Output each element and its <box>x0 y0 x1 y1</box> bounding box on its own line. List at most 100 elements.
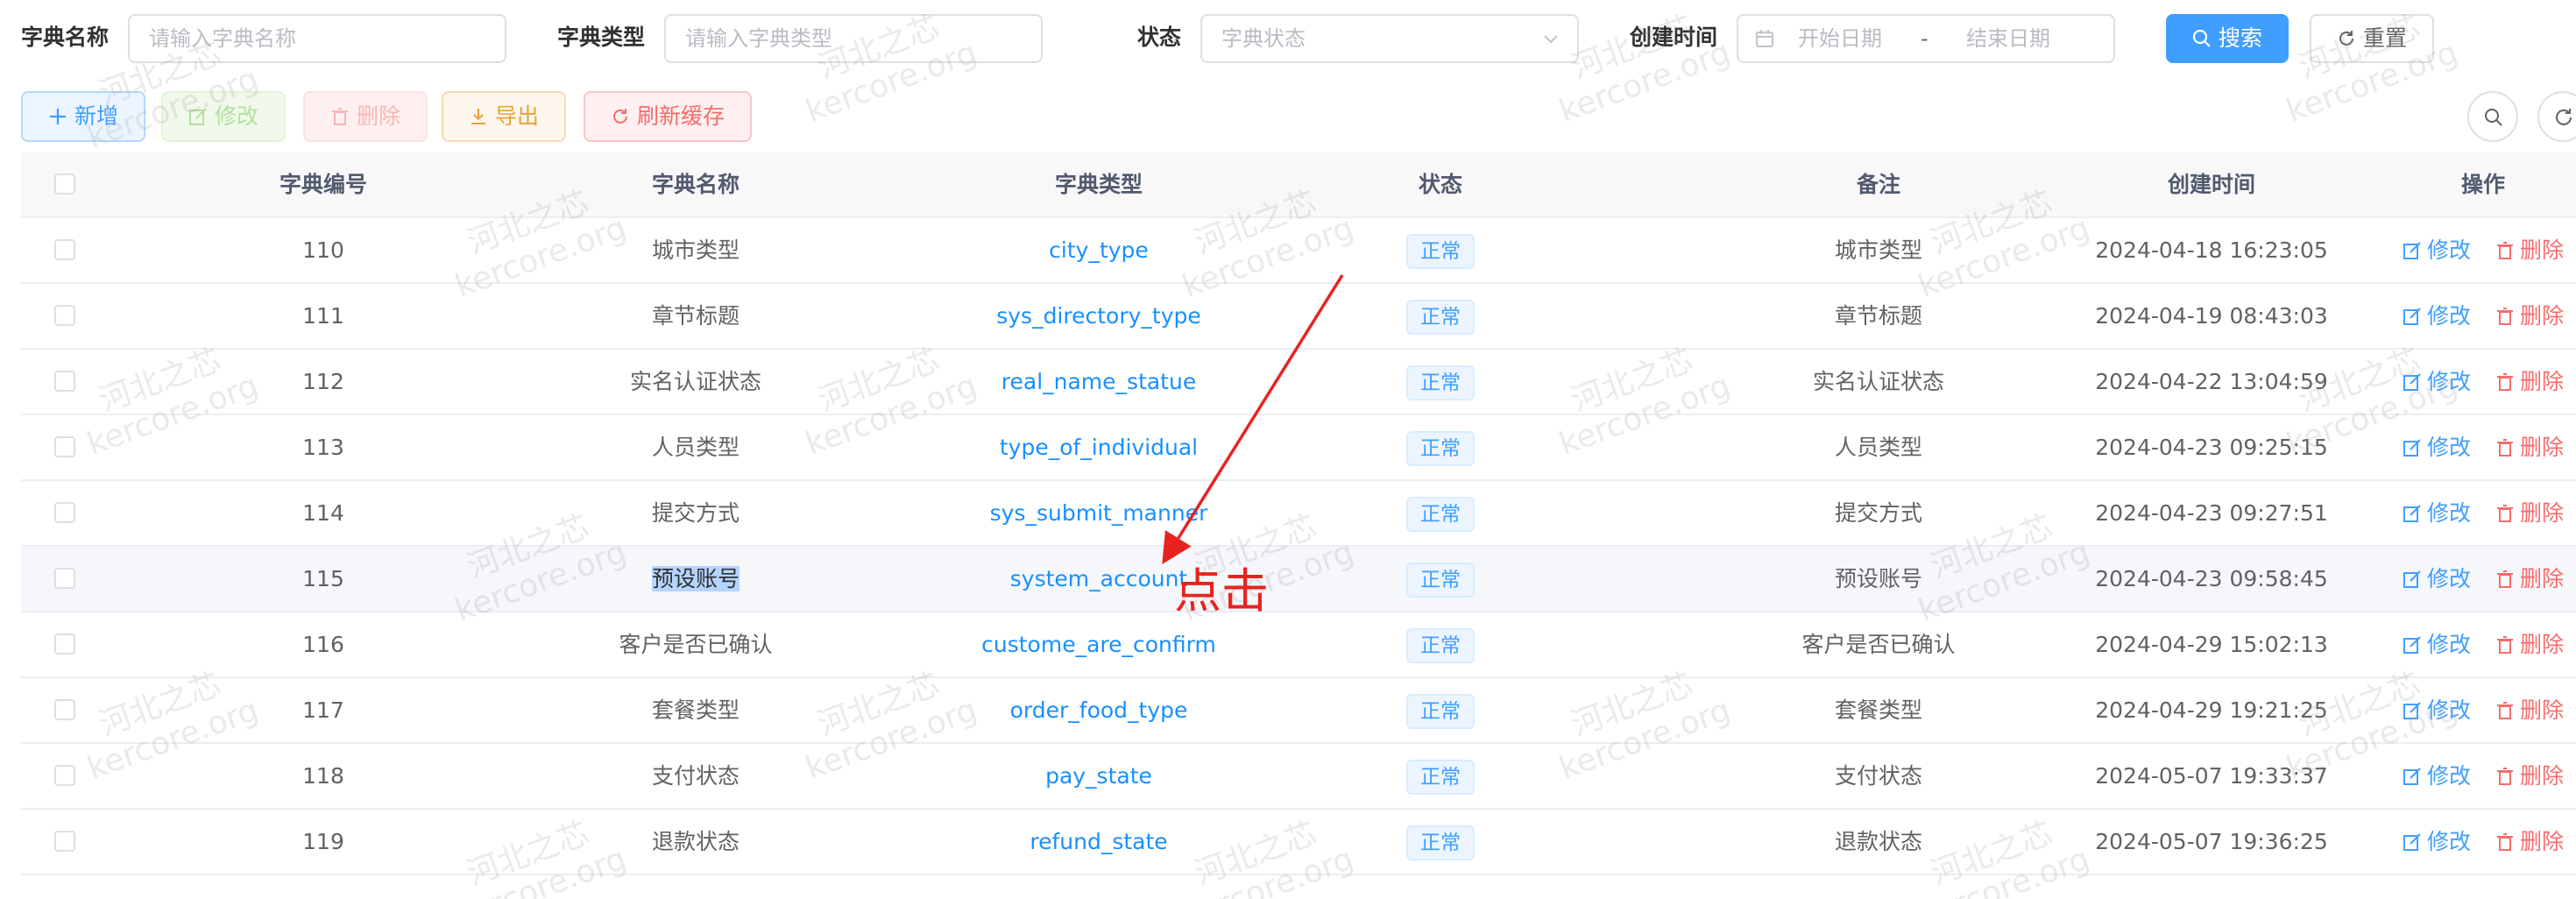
row-edit-button[interactable]: 修改 <box>2403 678 2471 742</box>
row-checkbox[interactable] <box>54 634 75 655</box>
cell-dict-name-text: 客户是否已确认 <box>619 632 773 657</box>
row-checkbox[interactable] <box>54 371 75 392</box>
delete-button[interactable]: 删除 <box>303 91 428 142</box>
cell-dict-id: 118 <box>214 744 433 808</box>
cell-dict-type[interactable]: real_name_statue <box>950 350 1248 414</box>
row-edit-label: 修改 <box>2426 435 2471 460</box>
dict-name-input[interactable] <box>149 17 505 60</box>
cell-remark: 退款状态 <box>1747 810 2010 874</box>
cell-dict-type[interactable]: city_type <box>950 218 1248 282</box>
row-delete-label: 删除 <box>2520 763 2565 789</box>
cell-dict-name-text: 退款状态 <box>651 829 740 854</box>
edit-icon <box>2403 702 2421 719</box>
date-separator: - <box>1921 26 1928 51</box>
cell-dict-type[interactable]: pay_state <box>950 744 1248 808</box>
row-delete-button[interactable]: 删除 <box>2495 350 2564 414</box>
table-row: 111 章节标题 sys_directory_type 正常 章节标题 2024-04-1… <box>21 284 2576 350</box>
row-edit-button[interactable]: 修改 <box>2403 284 2471 348</box>
cell-dict-type[interactable]: order_food_type <box>950 678 1248 742</box>
row-edit-button[interactable]: 修改 <box>2403 218 2471 282</box>
cell-dict-name-text: 实名认证状态 <box>629 369 761 394</box>
row-edit-label: 修改 <box>2426 566 2471 591</box>
row-edit-button[interactable]: 修改 <box>2403 547 2471 611</box>
edit-button[interactable]: 修改 <box>161 91 286 142</box>
select-all-checkbox[interactable] <box>54 173 75 195</box>
cell-remark-text: 退款状态 <box>1834 829 1922 854</box>
row-edit-button[interactable]: 修改 <box>2403 481 2471 545</box>
dict-type-link[interactable]: sys_submit_manner <box>990 500 1208 526</box>
row-edit-label: 修改 <box>2426 369 2471 394</box>
row-delete-button[interactable]: 删除 <box>2495 481 2564 545</box>
row-edit-button[interactable]: 修改 <box>2403 415 2471 479</box>
search-button[interactable]: 搜索 <box>2166 14 2289 63</box>
status-select[interactable]: 字典状态 <box>1200 14 1579 63</box>
trash-icon <box>2497 768 2513 785</box>
row-delete-button[interactable]: 删除 <box>2495 678 2564 742</box>
row-delete-button[interactable]: 删除 <box>2495 810 2564 874</box>
search-button-label: 搜索 <box>2218 25 2262 51</box>
cell-create-time-text: 2024-04-29 19:21:25 <box>2095 697 2328 723</box>
table-row: 113 人员类型 type_of_individual 正常 人员类型 2024-04-2… <box>21 415 2576 481</box>
cell-remark: 套餐类型 <box>1747 678 2010 742</box>
dict-type-link[interactable]: city_type <box>1049 237 1149 263</box>
date-range-picker[interactable]: 开始日期 - 结束日期 <box>1737 14 2115 63</box>
refresh-icon <box>2339 31 2353 46</box>
export-button[interactable]: 导出 <box>442 91 566 142</box>
row-delete-button[interactable]: 删除 <box>2495 744 2564 808</box>
cell-dict-type[interactable]: type_of_individual <box>950 415 1248 479</box>
row-checkbox[interactable] <box>54 239 75 260</box>
cell-dict-name: 人员类型 <box>564 415 827 479</box>
dict-type-input[interactable] <box>685 17 1041 60</box>
status-badge: 正常 <box>1406 694 1475 729</box>
dict-type-link[interactable]: type_of_individual <box>1000 435 1198 460</box>
row-edit-button[interactable]: 修改 <box>2403 810 2471 874</box>
row-checkbox[interactable] <box>54 568 75 589</box>
cell-create-time: 2024-04-18 16:23:05 <box>2063 218 2360 282</box>
edit-icon <box>2403 636 2421 654</box>
row-edit-button[interactable]: 修改 <box>2403 612 2471 676</box>
dict-type-link[interactable]: order_food_type <box>1010 697 1188 723</box>
row-delete-label: 删除 <box>2520 632 2565 657</box>
add-button[interactable]: 新增 <box>21 91 145 142</box>
trash-icon <box>2497 505 2513 522</box>
status-select-placeholder: 字典状态 <box>1221 26 1306 51</box>
row-checkbox[interactable] <box>54 436 75 457</box>
dict-type-link[interactable]: refund_state <box>1030 829 1167 854</box>
row-edit-button[interactable]: 修改 <box>2403 350 2471 414</box>
row-checkbox[interactable] <box>54 502 75 523</box>
cell-dict-type[interactable]: custome_are_confirm <box>950 612 1248 676</box>
cell-dict-id-text: 111 <box>302 303 344 329</box>
refresh-cache-button[interactable]: 刷新缓存 <box>584 91 752 142</box>
edit-icon <box>2403 242 2421 259</box>
row-checkbox[interactable] <box>54 699 75 720</box>
row-checkbox[interactable] <box>54 765 75 786</box>
header-remark: 备注 <box>1856 172 1900 197</box>
dict-type-link[interactable]: system_account <box>1010 566 1187 591</box>
cell-dict-type[interactable]: sys_directory_type <box>950 284 1248 348</box>
cell-dict-id: 111 <box>214 284 433 348</box>
dict-type-link[interactable]: pay_state <box>1045 763 1152 789</box>
cell-create-time-text: 2024-04-23 09:27:51 <box>2095 500 2328 526</box>
cell-dict-type[interactable]: sys_submit_manner <box>950 481 1248 545</box>
dict-type-link[interactable]: custome_are_confirm <box>981 632 1216 657</box>
row-delete-button[interactable]: 删除 <box>2495 612 2564 676</box>
refresh-table-button[interactable] <box>2537 91 2576 142</box>
row-delete-button[interactable]: 删除 <box>2495 415 2564 479</box>
row-checkbox[interactable] <box>54 305 75 326</box>
dict-type-link[interactable]: sys_directory_type <box>996 303 1201 329</box>
cell-dict-type[interactable]: refund_state <box>950 810 1248 874</box>
dict-type-link[interactable]: real_name_statue <box>1001 369 1196 394</box>
row-delete-button[interactable]: 删除 <box>2495 284 2564 348</box>
header-status: 状态 <box>1418 172 1462 197</box>
cell-dict-name: 套餐类型 <box>564 678 827 742</box>
delete-button-label: 删除 <box>356 103 400 129</box>
cell-actions: 修改 删除 <box>2369 481 2576 545</box>
row-delete-button[interactable]: 删除 <box>2495 547 2564 611</box>
row-delete-button[interactable]: 删除 <box>2495 218 2564 282</box>
row-edit-button[interactable]: 修改 <box>2403 744 2471 808</box>
cell-status: 正常 <box>1379 547 1502 611</box>
header-dict-id: 字典编号 <box>279 172 367 197</box>
toggle-search-button[interactable] <box>2467 91 2518 142</box>
reset-button[interactable]: 重置 <box>2310 14 2434 63</box>
row-checkbox[interactable] <box>54 831 75 852</box>
